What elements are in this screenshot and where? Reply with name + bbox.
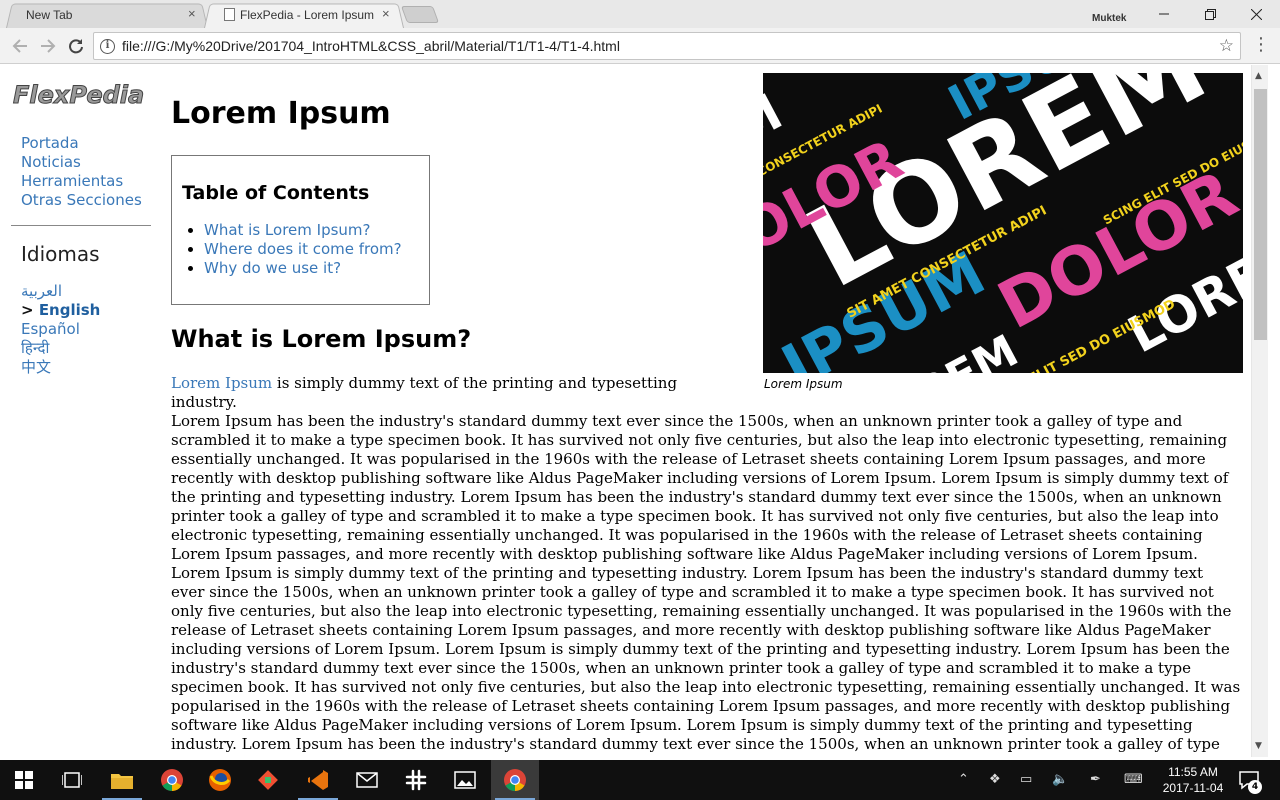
keyboard-icon[interactable]: ⌨ <box>1124 772 1143 787</box>
toc-item: Why do we use it? <box>204 259 402 278</box>
document-icon <box>224 8 235 21</box>
clock-date: 2017-11-04 <box>1162 781 1224 795</box>
languages-heading: Idiomas <box>21 242 100 266</box>
flexpedia-logo[interactable]: FlexPedia <box>11 78 151 110</box>
toc-item: Where does it come from? <box>204 240 402 259</box>
info-icon[interactable]: i <box>100 39 115 54</box>
nav-link-otras-secciones[interactable]: Otras Secciones <box>21 191 142 210</box>
volume-icon[interactable]: 🔈 <box>1052 772 1068 787</box>
scroll-down-icon[interactable]: ▼ <box>1255 741 1262 751</box>
profile-name[interactable]: Muktek <box>1092 13 1126 24</box>
vertical-scrollbar[interactable]: ▲ ▼ <box>1251 65 1268 757</box>
nav-link-portada[interactable]: Portada <box>21 134 142 153</box>
toc-link[interactable]: Why do we use it? <box>204 259 341 277</box>
language-link-english[interactable]: > English <box>21 301 100 320</box>
scroll-up-icon[interactable]: ▲ <box>1255 71 1262 81</box>
url-text[interactable]: file:///G:/My%20Drive/201704_IntroHTML&C… <box>122 38 620 54</box>
page-viewport: FlexPedia Portada Noticias Herramientas … <box>0 65 1251 757</box>
article-paragraph: Lorem Ipsum is simply dummy text of the … <box>171 374 1241 757</box>
visual-studio-icon[interactable] <box>294 760 342 800</box>
close-window-icon[interactable] <box>1233 0 1279 28</box>
chrome-active-icon[interactable] <box>491 760 539 800</box>
paragraph-first-line: Lorem Ipsum is simply dummy text of the … <box>171 374 711 412</box>
title-bar: New Tab × FlexPedia - Lorem Ipsum × Mukt… <box>0 0 1280 29</box>
language-link-arabic[interactable]: العربية <box>21 282 100 301</box>
windows-start-icon[interactable] <box>0 760 48 800</box>
tab-close-icon[interactable]: × <box>382 7 390 21</box>
sidebar-divider <box>11 225 151 226</box>
mail-icon[interactable] <box>343 760 391 800</box>
language-link-chinese[interactable]: 中文 <box>21 358 100 377</box>
show-hidden-icons-icon[interactable]: ⌃ <box>958 772 969 787</box>
toc-item: What is Lorem Ipsum? <box>204 221 402 240</box>
notification-count-badge: 4 <box>1248 780 1262 794</box>
nav-link-herramientas[interactable]: Herramientas <box>21 172 142 191</box>
photos-icon[interactable] <box>441 760 489 800</box>
page-title: Lorem Ipsum <box>171 96 391 131</box>
task-view-icon[interactable] <box>48 760 96 800</box>
tab-flexpedia[interactable]: FlexPedia - Lorem Ipsum × <box>204 2 404 29</box>
table-of-contents: Table of Contents What is Lorem Ipsum? W… <box>171 155 430 305</box>
git-icon[interactable] <box>244 760 292 800</box>
back-icon[interactable] <box>9 35 31 57</box>
toc-link[interactable]: Where does it come from? <box>204 240 402 258</box>
tab-new-tab[interactable]: New Tab × <box>6 2 208 29</box>
toc-link[interactable]: What is Lorem Ipsum? <box>204 221 371 239</box>
bookmark-star-icon[interactable]: ☆ <box>1219 36 1234 56</box>
address-bar[interactable]: i file:///G:/My%20Drive/201704_IntroHTML… <box>93 32 1241 60</box>
window-edge <box>1268 65 1280 757</box>
new-tab-button[interactable] <box>400 6 440 23</box>
windows-taskbar: ⌃ ❖ ▭ 🔈 ✒ ⌨ 11:55 AM 2017-11-04 4 <box>0 760 1280 800</box>
toc-title: Table of Contents <box>182 182 370 204</box>
system-clock[interactable]: 11:55 AM 2017-11-04 <box>1160 764 1226 796</box>
language-label: English <box>38 301 101 319</box>
nav-link-noticias[interactable]: Noticias <box>21 153 142 172</box>
pen-icon[interactable]: ✒ <box>1090 772 1101 787</box>
dropbox-icon[interactable]: ❖ <box>989 772 1001 787</box>
tab-label: FlexPedia - Lorem Ipsum <box>240 8 375 22</box>
lorem-ipsum-link[interactable]: Lorem Ipsum <box>171 374 272 392</box>
lorem-ipsum-image: LOREM DOLOR IPSUM IPSUM DOLOR LOREM LORE… <box>763 73 1243 373</box>
chrome-icon[interactable] <box>148 760 196 800</box>
tab-close-icon[interactable]: × <box>188 7 196 21</box>
battery-icon[interactable]: ▭ <box>1020 772 1032 787</box>
svg-text:FlexPedia: FlexPedia <box>13 81 144 109</box>
firefox-icon[interactable] <box>196 760 244 800</box>
language-link-spanish[interactable]: Español <box>21 320 100 339</box>
browser-toolbar: i file:///G:/My%20Drive/201704_IntroHTML… <box>0 28 1280 64</box>
toc-list: What is Lorem Ipsum? Where does it come … <box>204 221 402 278</box>
typography-artwork: LOREM DOLOR IPSUM IPSUM DOLOR LOREM LORE… <box>763 73 1243 373</box>
current-language-marker: > <box>21 301 34 319</box>
clock-time: 11:55 AM <box>1168 765 1218 779</box>
tab-label: New Tab <box>26 8 73 22</box>
language-list: العربية > English Español हिन्दी 中文 <box>21 282 100 377</box>
reload-icon[interactable] <box>65 35 87 57</box>
language-link-hindi[interactable]: हिन्दी <box>21 339 100 358</box>
minimize-icon[interactable] <box>1141 0 1187 28</box>
restore-icon[interactable] <box>1187 0 1233 28</box>
paragraph-text: Lorem Ipsum has been the industry's stan… <box>171 412 1241 757</box>
slack-icon[interactable] <box>392 760 440 800</box>
side-navigation: Portada Noticias Herramientas Otras Secc… <box>21 134 142 210</box>
file-explorer-icon[interactable] <box>98 760 146 800</box>
section-heading: What is Lorem Ipsum? <box>171 325 472 353</box>
menu-dots-icon[interactable]: ⋮ <box>1252 36 1270 54</box>
scrollbar-thumb[interactable] <box>1254 89 1267 340</box>
forward-icon[interactable] <box>37 35 59 57</box>
